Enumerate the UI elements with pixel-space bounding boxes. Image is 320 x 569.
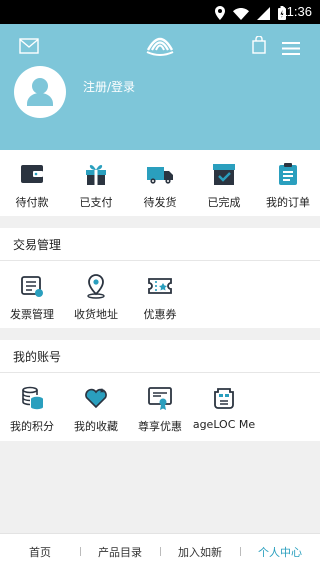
- grid-label: 发票管理: [10, 308, 54, 321]
- order-awaiting-shipment[interactable]: 待发货: [128, 150, 192, 216]
- wallet-icon: [18, 162, 46, 186]
- order-completed[interactable]: 已完成: [192, 150, 256, 216]
- signal-icon: [257, 5, 270, 24]
- clipboard-icon: [274, 162, 302, 186]
- avatar[interactable]: [14, 66, 66, 118]
- grid-label: 我的收藏: [74, 420, 118, 433]
- account-section: 我的账号 我的积分 我的收藏 尊享优惠 ageLOC Me: [0, 340, 320, 441]
- tab-product-catalog[interactable]: 产品目录: [80, 544, 160, 560]
- truck-icon: [146, 162, 174, 186]
- divider: [0, 372, 320, 373]
- order-label: 待付款: [15, 196, 49, 209]
- grid-label: ageLOC Me: [192, 418, 256, 431]
- clock: 11:36: [280, 4, 312, 19]
- order-paid[interactable]: 已支付: [64, 150, 128, 216]
- order-label: 已支付: [79, 196, 113, 209]
- order-label: 待发货: [143, 196, 177, 209]
- location-pin-icon: [83, 273, 109, 299]
- tab-join[interactable]: 加入如新: [160, 544, 240, 560]
- tab-home[interactable]: 首页: [0, 544, 80, 560]
- mail-icon[interactable]: [19, 38, 39, 58]
- coins-icon: [19, 385, 45, 411]
- section-title: 我的账号: [13, 350, 62, 364]
- invoice-icon: [19, 273, 45, 299]
- status-bar: 11:36: [0, 0, 320, 24]
- heart-icon: [83, 385, 109, 411]
- grid-label: 优惠券: [143, 308, 177, 321]
- coupon-icon: [147, 273, 173, 299]
- order-status-bar: 待付款 已支付 待发货 已完成 我的订单: [0, 150, 320, 216]
- shopping-bag-icon[interactable]: [252, 35, 266, 58]
- nu-skin-logo[interactable]: [146, 32, 174, 62]
- menu-icon[interactable]: [282, 40, 300, 59]
- tab-personal-center[interactable]: 个人中心: [240, 544, 320, 560]
- order-pending-payment[interactable]: 待付款: [0, 150, 64, 216]
- login-link[interactable]: 注册/登录: [83, 78, 135, 95]
- profile-header: 注册/登录: [0, 24, 320, 150]
- wifi-icon: [233, 5, 249, 24]
- gift-icon: [82, 162, 110, 186]
- my-orders[interactable]: 我的订单: [256, 150, 320, 216]
- order-label: 已完成: [207, 196, 241, 209]
- location-icon: [215, 5, 225, 24]
- grid-label: 尊享优惠: [138, 420, 182, 433]
- ageloc-me-icon: [211, 385, 237, 411]
- grid-label: 我的积分: [10, 420, 54, 433]
- divider: [0, 260, 320, 261]
- completed-box-icon: [210, 162, 238, 186]
- order-label: 我的订单: [266, 196, 310, 209]
- transactions-section: 交易管理 发票管理 收货地址 优惠券: [0, 228, 320, 328]
- grid-label: 收货地址: [74, 308, 118, 321]
- avatar-icon: [14, 78, 66, 122]
- section-title: 交易管理: [13, 238, 62, 252]
- certificate-icon: [147, 385, 173, 411]
- bottom-tab-bar: 首页 产品目录 加入如新 个人中心: [0, 533, 320, 569]
